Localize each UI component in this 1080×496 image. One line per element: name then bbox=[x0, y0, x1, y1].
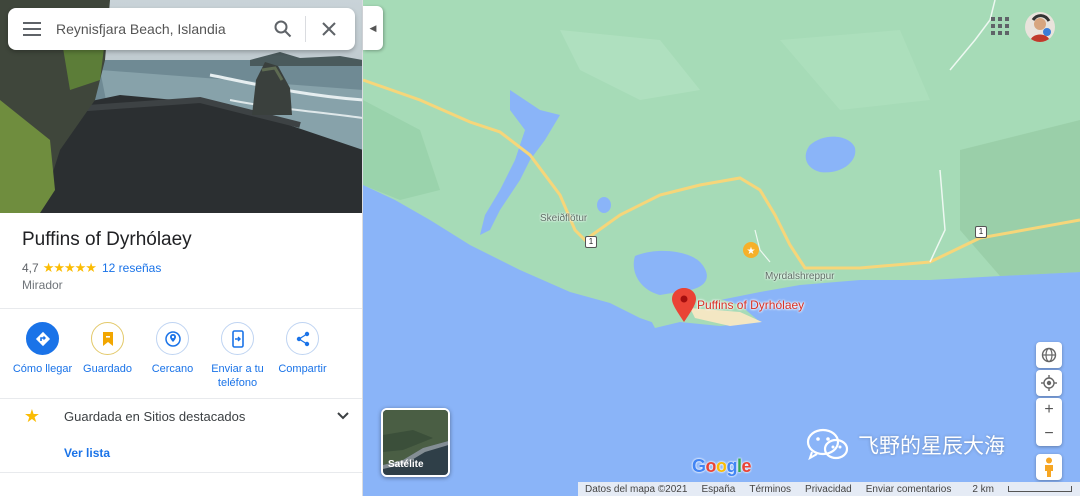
reviews-link[interactable]: 12 reseñas bbox=[102, 261, 161, 275]
place-title: Puffins of Dyrhólaey bbox=[22, 229, 192, 250]
globe-view-button[interactable] bbox=[1036, 342, 1062, 368]
search-input[interactable] bbox=[56, 21, 261, 37]
wechat-icon bbox=[806, 428, 849, 461]
zoom-out-button[interactable]: − bbox=[1036, 422, 1062, 446]
collapse-panel-button[interactable]: ◀ bbox=[363, 6, 383, 50]
nearby-button[interactable]: Cercano bbox=[140, 322, 205, 390]
scale-label: 2 km bbox=[972, 483, 995, 495]
directions-icon bbox=[26, 322, 59, 355]
saved-list-row[interactable]: ★ Guardada en Sitios destacados bbox=[0, 400, 362, 432]
send-to-phone-label: Enviar a tu teléfono bbox=[211, 363, 264, 389]
view-list-link[interactable]: Ver lista bbox=[64, 446, 110, 460]
scale-line bbox=[1008, 485, 1073, 492]
bookmark-icon bbox=[91, 322, 124, 355]
country-link[interactable]: España bbox=[701, 484, 735, 495]
satellite-layer-button[interactable]: Satélite bbox=[381, 408, 450, 477]
nearby-label: Cercano bbox=[151, 363, 194, 375]
divider bbox=[0, 308, 362, 309]
apps-grid-icon[interactable] bbox=[990, 16, 1010, 36]
share-button[interactable]: Compartir bbox=[270, 322, 335, 390]
google-logo: Google bbox=[692, 456, 752, 476]
scale-bar[interactable]: 2 km bbox=[965, 484, 1079, 495]
satellite-label: Satélite bbox=[388, 459, 424, 470]
my-location-button[interactable] bbox=[1036, 370, 1062, 396]
watermark-text: 飞野的星辰大海 bbox=[858, 434, 1005, 458]
share-label: Compartir bbox=[278, 363, 327, 375]
star-icon: ★ bbox=[23, 405, 41, 426]
map-data-credit[interactable]: Datos del mapa ©2021 bbox=[585, 484, 687, 495]
directions-label: Cómo llegar bbox=[12, 363, 73, 375]
divider bbox=[0, 472, 362, 473]
wechat-watermark: 飞野的星辰大海 bbox=[806, 428, 1005, 462]
close-icon[interactable] bbox=[306, 8, 352, 50]
svg-text:★: ★ bbox=[747, 246, 756, 257]
chevron-down-icon[interactable] bbox=[323, 412, 362, 420]
street-view-pegman-icon[interactable] bbox=[1036, 454, 1062, 480]
action-bar: Cómo llegar Guardado Cercano Enviar a tu… bbox=[10, 322, 350, 390]
map-footer: Datos del mapa ©2021 España Términos Pri… bbox=[578, 482, 1080, 496]
divider bbox=[0, 398, 362, 399]
search-icon[interactable] bbox=[261, 8, 305, 50]
zoom-controls: + − bbox=[1036, 398, 1062, 446]
road-shield-1-east: 1 bbox=[975, 226, 987, 238]
map-label-myrdalshreppur: Myrdalshreppur bbox=[765, 271, 835, 282]
rating-row: 4,7 ★★★★★ 12 reseñas bbox=[22, 260, 161, 276]
location-icon bbox=[1041, 375, 1057, 391]
send-to-phone-button[interactable]: Enviar a tu teléfono bbox=[205, 322, 270, 390]
avatar[interactable] bbox=[1025, 12, 1055, 42]
map-label-poi[interactable]: Puffins of Dyrhólaey bbox=[697, 298, 804, 312]
menu-icon[interactable] bbox=[8, 8, 56, 50]
feedback-link[interactable]: Enviar comentarios bbox=[866, 484, 952, 495]
save-button[interactable]: Guardado bbox=[75, 322, 140, 390]
nearby-icon bbox=[156, 322, 189, 355]
directions-button[interactable]: Cómo llegar bbox=[10, 322, 75, 390]
rating-value: 4,7 bbox=[22, 261, 39, 275]
privacy-link[interactable]: Privacidad bbox=[805, 484, 852, 495]
send-to-phone-icon bbox=[221, 322, 254, 355]
map-label-skeidflotur: Skeiðflötur bbox=[540, 213, 588, 224]
terms-link[interactable]: Términos bbox=[749, 484, 791, 495]
rating-stars: ★★★★★ bbox=[42, 260, 97, 275]
share-icon bbox=[286, 322, 319, 355]
place-category: Mirador bbox=[22, 278, 63, 292]
zoom-in-button[interactable]: + bbox=[1036, 398, 1062, 422]
search-box[interactable] bbox=[8, 8, 355, 50]
save-label: Guardado bbox=[83, 363, 132, 375]
saved-list-text: Guardada en Sitios destacados bbox=[64, 408, 246, 424]
globe-icon bbox=[1041, 347, 1057, 363]
place-panel: Puffins of Dyrhólaey 4,7 ★★★★★ 12 reseña… bbox=[0, 0, 363, 496]
road-shield-1: 1 bbox=[585, 236, 597, 248]
